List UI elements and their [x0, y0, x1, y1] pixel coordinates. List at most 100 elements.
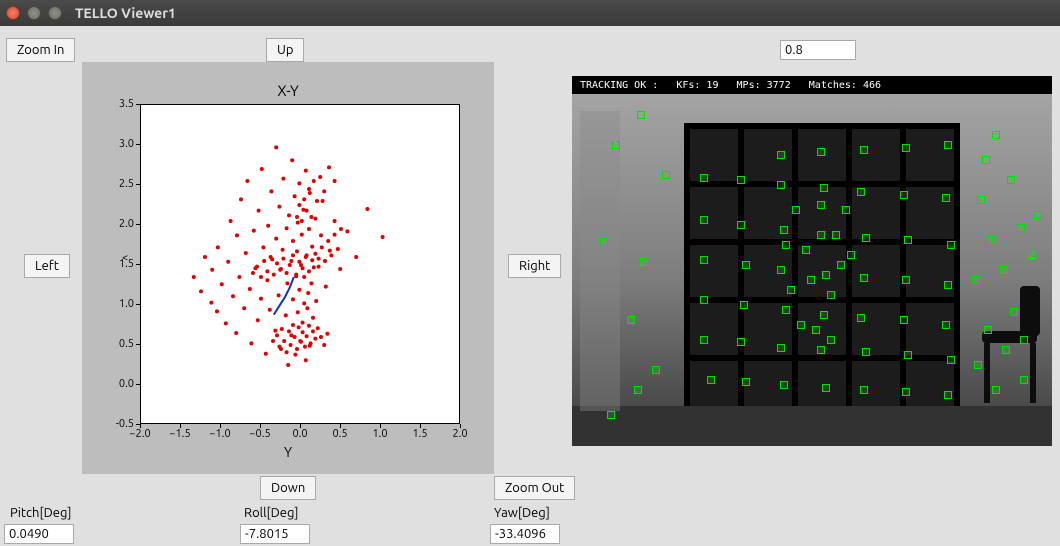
roll-label: Roll[Deg] [244, 506, 299, 520]
x-tick-label: −2.0 [129, 428, 150, 440]
window-title: TELLO Viewer1 [75, 5, 176, 21]
x-tick-label: 2.0 [452, 428, 467, 440]
feature-marker [737, 221, 745, 229]
feature-marker [1034, 211, 1042, 219]
x-tick-label: −0.5 [249, 428, 270, 440]
feature-marker [637, 111, 645, 119]
feature-marker [742, 261, 750, 269]
feature-marker [900, 191, 908, 199]
feature-marker [652, 366, 660, 374]
feature-marker [1000, 266, 1008, 274]
plot-title: X-Y [92, 82, 484, 99]
feature-marker [837, 261, 845, 269]
feature-marker [1017, 224, 1025, 232]
feature-marker [782, 241, 790, 249]
y-tick-label: 3.5 [119, 98, 134, 110]
feature-marker [862, 348, 870, 356]
plot-area [140, 104, 460, 424]
feature-marker [777, 266, 785, 274]
scatter-plot: X-Y Y -0.50.00.51.01.52.02.53.03.5−2.0−1… [92, 82, 484, 462]
feature-marker [1002, 346, 1010, 354]
feature-marker [627, 316, 635, 324]
feature-marker [942, 194, 950, 202]
window-maximize-icon[interactable] [48, 6, 62, 20]
scale-input[interactable] [780, 40, 856, 60]
feature-marker [777, 151, 785, 159]
tracking-status-text: TRACKING OK : KFs: 19 MPs: 3772 Matches:… [580, 80, 881, 91]
feature-marker [1007, 176, 1015, 184]
x-tick-label: 1.0 [372, 428, 387, 440]
feature-marker [737, 338, 745, 346]
feature-marker [900, 316, 908, 324]
feature-marker [860, 146, 868, 154]
feature-marker [1027, 251, 1035, 259]
feature-marker [847, 251, 855, 259]
up-button[interactable]: Up [266, 38, 304, 62]
window-minimize-icon[interactable] [27, 6, 41, 20]
y-tick-label: 0.5 [119, 338, 134, 350]
feature-marker [857, 314, 865, 322]
feature-marker [977, 196, 985, 204]
feature-marker [827, 336, 835, 344]
y-tick-label: 3.0 [119, 138, 134, 150]
zoom-in-button[interactable]: Zoom In [6, 38, 75, 62]
y-tick-label: 2.5 [119, 178, 134, 190]
yaw-input[interactable] [490, 524, 560, 544]
feature-marker [780, 381, 788, 389]
feature-marker [700, 296, 708, 304]
feature-marker [807, 276, 815, 284]
zoom-out-button[interactable]: Zoom Out [494, 476, 575, 500]
feature-marker [1010, 308, 1018, 316]
feature-marker [822, 384, 830, 392]
feature-marker [662, 171, 670, 179]
feature-marker [607, 411, 615, 419]
feature-marker [737, 176, 745, 184]
feature-marker [780, 226, 788, 234]
feature-marker [700, 336, 708, 344]
feature-marker [904, 351, 912, 359]
feature-marker [862, 234, 870, 242]
feature-marker [944, 281, 952, 289]
feature-marker [817, 231, 825, 239]
roll-input[interactable] [240, 524, 310, 544]
x-tick-label: −1.0 [209, 428, 230, 440]
feature-marker [832, 231, 840, 239]
x-tick-label: −1.5 [169, 428, 190, 440]
feature-marker [860, 274, 868, 282]
window-close-icon[interactable] [6, 6, 20, 20]
feature-marker [944, 141, 952, 149]
x-tick-label: 1.5 [412, 428, 427, 440]
left-button[interactable]: Left [24, 254, 70, 278]
feature-marker [820, 184, 828, 192]
feature-marker [902, 144, 910, 152]
x-axis-label: Y [92, 444, 484, 460]
feature-marker [640, 258, 648, 266]
feature-marker [600, 238, 608, 246]
feature-marker [812, 326, 820, 334]
down-button[interactable]: Down [260, 476, 316, 500]
feature-marker [820, 311, 828, 319]
feature-marker [827, 291, 835, 299]
feature-marker [802, 246, 810, 254]
camera-view: TRACKING OK : KFs: 19 MPs: 3772 Matches:… [572, 76, 1052, 446]
y-tick-label: 2.0 [119, 218, 134, 230]
feature-marker [947, 241, 955, 249]
feature-marker [822, 271, 830, 279]
pitch-input[interactable] [4, 524, 74, 544]
feature-marker [782, 306, 790, 314]
feature-marker [740, 301, 748, 309]
feature-marker [857, 188, 865, 196]
feature-marker [902, 276, 910, 284]
feature-marker [947, 356, 955, 364]
y-tick-label: 1.0 [119, 298, 134, 310]
feature-marker [700, 174, 708, 182]
feature-marker [902, 388, 910, 396]
right-button[interactable]: Right [508, 254, 561, 278]
feature-marker [777, 181, 785, 189]
y-axis-arrow-icon: < [122, 252, 128, 264]
feature-marker [992, 386, 1000, 394]
feature-marker [817, 201, 825, 209]
feature-marker [904, 236, 912, 244]
yaw-label: Yaw[Deg] [494, 506, 550, 520]
feature-marker [942, 321, 950, 329]
